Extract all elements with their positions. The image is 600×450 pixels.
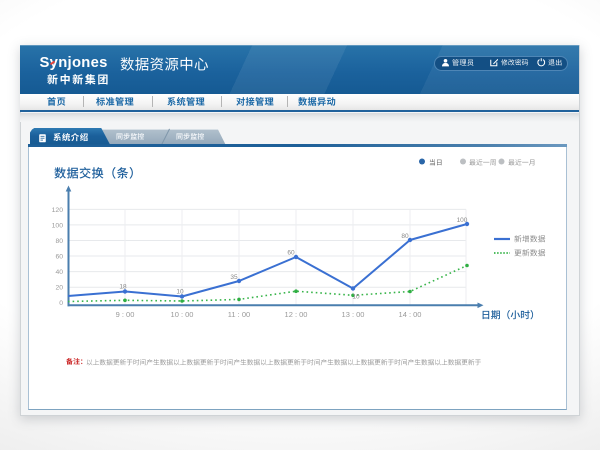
- svg-text:10: 10: [176, 289, 184, 296]
- svg-text:120: 120: [52, 207, 64, 214]
- svg-text:0: 0: [59, 300, 63, 307]
- svg-text:80: 80: [55, 238, 63, 245]
- svg-text:100: 100: [457, 217, 468, 224]
- svg-text:18: 18: [119, 284, 127, 291]
- svg-text:11 : 00: 11 : 00: [228, 310, 250, 319]
- svg-text:10 : 00: 10 : 00: [171, 310, 194, 319]
- svg-text:13 : 00: 13 : 00: [342, 310, 365, 319]
- svg-text:10: 10: [352, 294, 360, 301]
- svg-text:40: 40: [55, 269, 63, 276]
- svg-text:20: 20: [55, 285, 63, 292]
- svg-text:60: 60: [55, 254, 63, 261]
- svg-text:14 : 00: 14 : 00: [399, 310, 422, 319]
- svg-text:60: 60: [287, 250, 295, 257]
- svg-text:35: 35: [230, 274, 238, 281]
- svg-text:100: 100: [52, 222, 64, 229]
- svg-text:80: 80: [401, 233, 409, 240]
- svg-text:12 : 00: 12 : 00: [285, 310, 308, 319]
- svg-text:9 : 00: 9 : 00: [116, 310, 135, 319]
